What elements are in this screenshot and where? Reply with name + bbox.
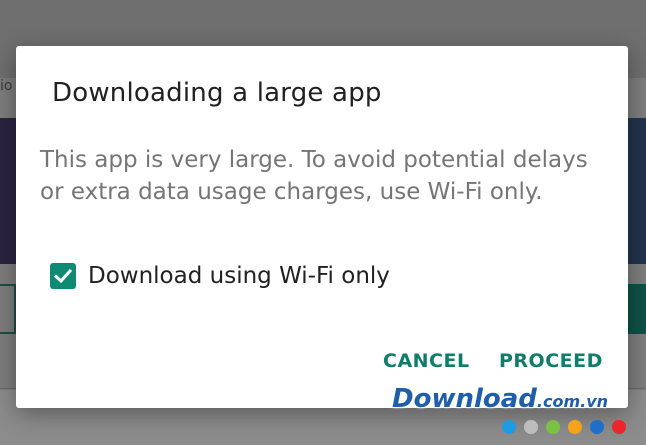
background-text-fragment: io [0, 78, 13, 94]
cancel-button[interactable]: CANCEL [383, 350, 470, 372]
large-app-dialog: Downloading a large app This app is very… [16, 46, 628, 408]
watermark-brand: Download [392, 384, 537, 414]
watermark-dots [502, 420, 626, 434]
watermark-dot [524, 420, 538, 434]
background-banner-right [628, 118, 646, 264]
wifi-only-checkbox-row[interactable]: Download using Wi-Fi only [50, 260, 390, 292]
wifi-only-checkbox-label: Download using Wi-Fi only [88, 263, 390, 289]
watermark-domain: .com.vn [536, 392, 609, 411]
background-button-right [628, 284, 646, 334]
watermark-dot [612, 420, 626, 434]
watermark-dot [502, 420, 516, 434]
dialog-title: Downloading a large app [52, 78, 382, 108]
dialog-message: This app is very large. To avoid potenti… [40, 147, 588, 205]
background-banner-left [0, 118, 16, 264]
watermark-dot [590, 420, 604, 434]
watermark-dot [568, 420, 582, 434]
watermark-dot [546, 420, 560, 434]
proceed-button[interactable]: PROCEED [499, 350, 603, 372]
checkmark-icon [53, 268, 73, 284]
download-watermark-logo: Download.com.vn [392, 384, 632, 416]
background-button-left [0, 284, 16, 334]
wifi-only-checkbox[interactable] [50, 263, 76, 289]
